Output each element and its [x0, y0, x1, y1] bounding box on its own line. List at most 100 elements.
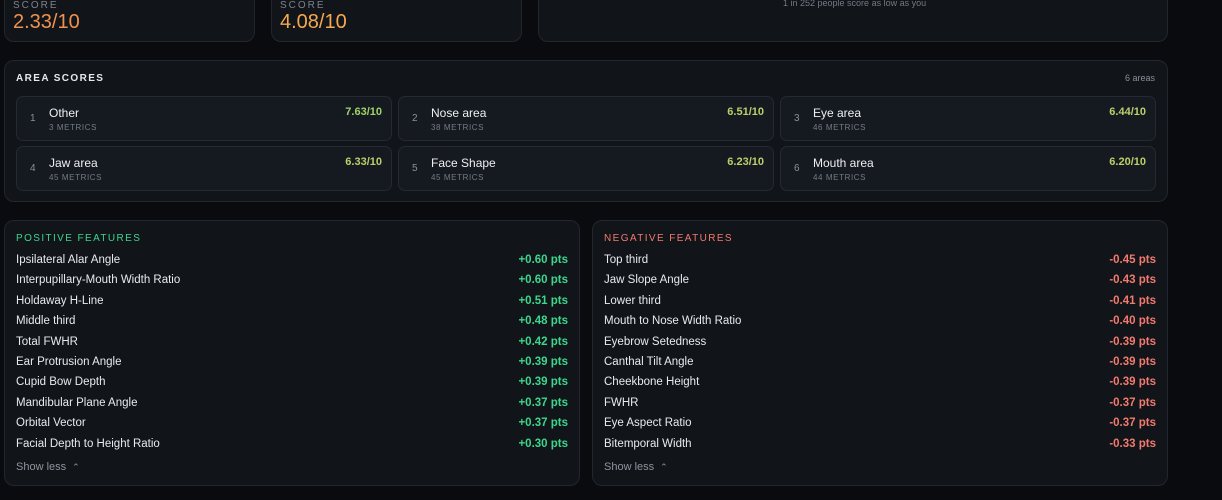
feature-name: Facial Depth to Height Ratio [16, 437, 160, 450]
percentile-text: 1 in 252 people score as low as you [783, 0, 927, 8]
feature-name: FWHR [604, 396, 639, 409]
area-score: 7.63/10 [345, 106, 382, 118]
score-label: SCORE [280, 0, 326, 11]
feature-name: Cheekbone Height [604, 376, 700, 389]
area-item-mouth[interactable]: 6 Mouth area 44 METRICS 6.20/10 [780, 146, 1156, 191]
feature-name: Bitemporal Width [604, 437, 692, 450]
area-score: 6.51/10 [727, 106, 764, 118]
feature-row: Ipsilateral Alar Angle +0.60 pts [16, 252, 568, 272]
feature-name: Holdaway H-Line [16, 294, 104, 307]
area-name: Mouth area [813, 156, 874, 170]
feature-row: Bitemporal Width -0.33 pts [604, 436, 1156, 456]
feature-row: Ear Protrusion Angle +0.39 pts [16, 354, 568, 374]
score-label: SCORE [13, 0, 59, 11]
area-name: Jaw area [49, 156, 98, 170]
show-less-label: Show less [16, 461, 67, 473]
area-count: 6 areas [1124, 73, 1155, 83]
feature-name: Interpupillary-Mouth Width Ratio [16, 274, 181, 287]
feature-row: Facial Depth to Height Ratio +0.30 pts [16, 436, 568, 456]
feature-name: Jaw Slope Angle [604, 274, 690, 287]
feature-row: Orbital Vector +0.37 pts [16, 415, 568, 435]
area-item-nose[interactable]: 2 Nose area 38 METRICS 6.51/10 [398, 96, 774, 141]
feature-name: Eyebrow Setedness [604, 335, 707, 348]
feature-value: -0.41 pts [1109, 294, 1156, 307]
feature-value: +0.42 pts [518, 335, 568, 348]
area-score: 6.20/10 [1109, 156, 1146, 168]
area-name: Eye area [813, 106, 862, 120]
feature-name: Lower third [604, 294, 661, 307]
feature-row: Holdaway H-Line +0.51 pts [16, 293, 568, 313]
area-index: 3 [794, 113, 800, 124]
score-card-2: SCORE 4.08/10 [271, 0, 522, 42]
score-card-1: SCORE 2.33/10 [4, 0, 255, 42]
feature-row: Cupid Bow Depth +0.39 pts [16, 374, 568, 394]
area-score: 6.44/10 [1109, 106, 1146, 118]
feature-value: -0.39 pts [1109, 356, 1156, 368]
feature-row: Jaw Slope Angle -0.43 pts [604, 272, 1156, 292]
feature-value: +0.39 pts [518, 356, 568, 368]
positive-features-panel: POSITIVE FEATURES Ipsilateral Alar Angle… [4, 220, 580, 486]
area-index: 4 [30, 163, 36, 174]
feature-value: -0.39 pts [1109, 335, 1156, 348]
area-score: 6.23/10 [727, 156, 764, 168]
area-index: 1 [30, 113, 36, 124]
show-less-button[interactable]: Show less ⌃ [604, 461, 668, 473]
feature-value: -0.43 pts [1109, 274, 1156, 287]
feature-value: -0.45 pts [1109, 254, 1156, 266]
area-metrics: 46 METRICS [813, 123, 867, 132]
feature-row: Total FWHR +0.42 pts [16, 334, 568, 354]
percentile-card: 1 in 252 people score as low as you [538, 0, 1168, 42]
feature-value: +0.60 pts [518, 274, 568, 287]
feature-row: Middle third +0.48 pts [16, 313, 568, 333]
feature-name: Ipsilateral Alar Angle [16, 254, 121, 266]
feature-value: +0.48 pts [518, 315, 568, 328]
feature-row: Mandibular Plane Angle +0.37 pts [16, 395, 568, 415]
feature-value: +0.51 pts [518, 294, 568, 307]
feature-name: Ear Protrusion Angle [16, 356, 122, 368]
chevron-up-icon: ⌃ [660, 462, 668, 472]
area-index: 2 [412, 113, 418, 124]
score-value: 4.08/10 [280, 11, 347, 33]
area-name: Face Shape [431, 156, 496, 170]
feature-row: Lower third -0.41 pts [604, 293, 1156, 313]
area-item-other[interactable]: 1 Other 3 METRICS 7.63/10 [16, 96, 392, 141]
area-metrics: 38 METRICS [431, 123, 485, 132]
positive-features-title: POSITIVE FEATURES [16, 233, 142, 244]
negative-features-panel: NEGATIVE FEATURES Top third -0.45 pts Jaw … [592, 220, 1168, 486]
area-index: 6 [794, 163, 800, 174]
feature-name: Top third [604, 254, 649, 266]
show-less-button[interactable]: Show less ⌃ [16, 461, 80, 473]
feature-row: Cheekbone Height -0.39 pts [604, 374, 1156, 394]
feature-value: -0.37 pts [1109, 396, 1156, 409]
feature-value: +0.60 pts [518, 254, 568, 266]
area-score: 6.33/10 [345, 156, 382, 168]
feature-row: Eyebrow Setedness -0.39 pts [604, 334, 1156, 354]
area-scores-panel: AREA SCORES 6 areas 1 Other 3 METRICS 7.… [4, 60, 1168, 202]
feature-value: +0.30 pts [518, 437, 568, 450]
feature-row: Eye Aspect Ratio -0.37 pts [604, 415, 1156, 435]
chevron-up-icon: ⌃ [72, 462, 80, 472]
negative-features-title: NEGATIVE FEATURES [604, 233, 734, 244]
feature-value: +0.37 pts [518, 396, 568, 409]
area-item-face-shape[interactable]: 5 Face Shape 45 METRICS 6.23/10 [398, 146, 774, 191]
feature-name: Eye Aspect Ratio [604, 417, 692, 430]
feature-name: Mouth to Nose Width Ratio [604, 315, 742, 328]
feature-row: Mouth to Nose Width Ratio -0.40 pts [604, 313, 1156, 333]
area-name: Other [49, 106, 80, 120]
score-value: 2.33/10 [13, 11, 80, 33]
area-metrics: 3 METRICS [49, 123, 98, 132]
feature-row: Top third -0.45 pts [604, 252, 1156, 272]
feature-value: -0.39 pts [1109, 376, 1156, 389]
area-metrics: 45 METRICS [431, 173, 485, 182]
feature-value: +0.39 pts [518, 376, 568, 389]
feature-value: +0.37 pts [518, 417, 568, 430]
feature-name: Mandibular Plane Angle [16, 396, 138, 409]
area-item-eye[interactable]: 3 Eye area 46 METRICS 6.44/10 [780, 96, 1156, 141]
feature-name: Total FWHR [16, 335, 78, 348]
show-less-label: Show less [604, 461, 655, 473]
feature-value: -0.37 pts [1109, 417, 1156, 430]
area-item-jaw[interactable]: 4 Jaw area 45 METRICS 6.33/10 [16, 146, 392, 191]
area-metrics: 45 METRICS [49, 173, 103, 182]
feature-name: Orbital Vector [16, 417, 86, 430]
feature-row: Interpupillary-Mouth Width Ratio +0.60 pt… [16, 272, 568, 292]
